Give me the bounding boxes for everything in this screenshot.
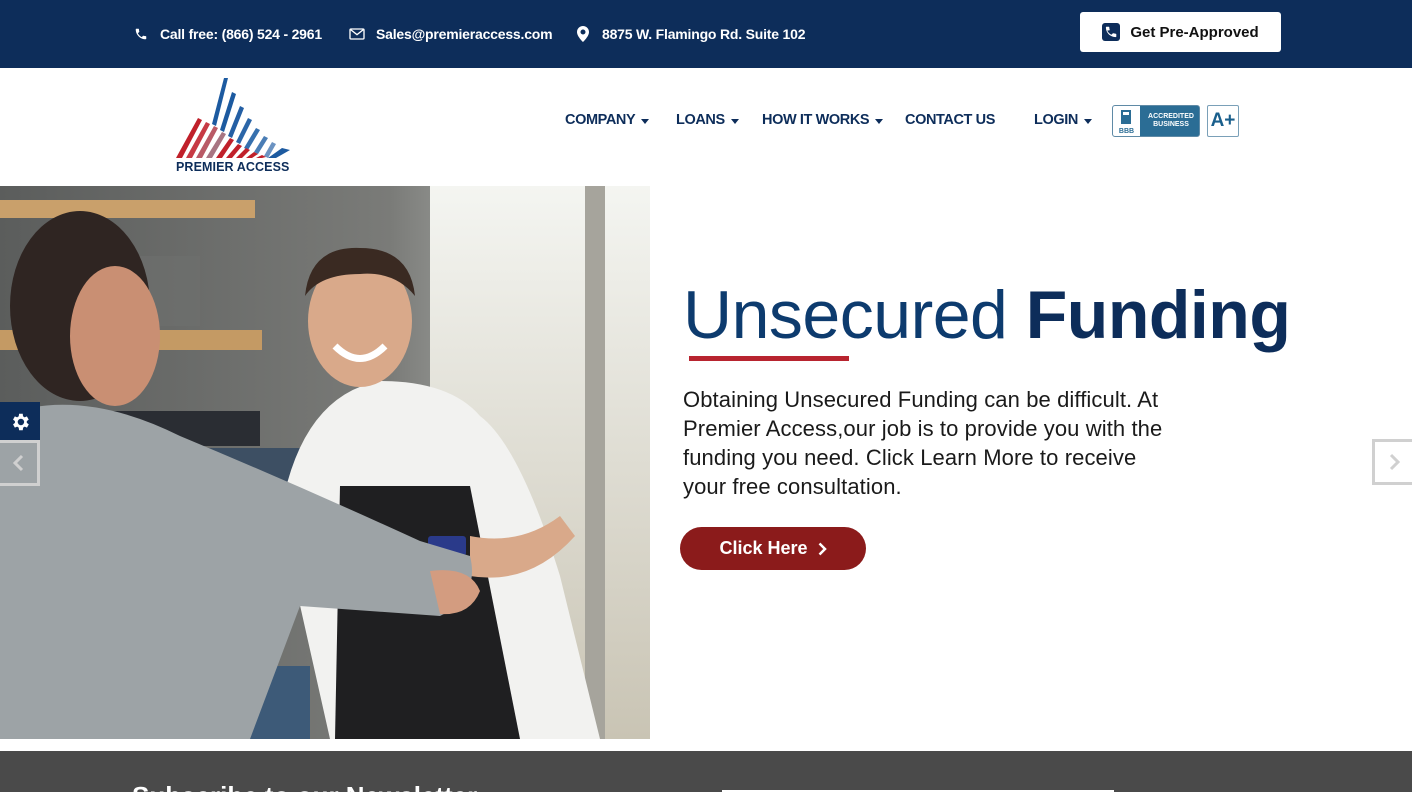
chevron-right-icon (818, 542, 827, 555)
call-label: Call free: (160, 26, 218, 42)
phone-square-icon (1102, 23, 1121, 41)
click-here-button[interactable]: Click Here (680, 527, 866, 570)
bbb-small-text: BBB (1119, 128, 1134, 135)
nav-login-label: LOGIN (1034, 112, 1078, 128)
slider-prev-button[interactable] (0, 440, 40, 486)
site-header: PREMIER ACCESS COMPANY LOANS HOW IT WORK… (0, 68, 1412, 186)
mail-icon (349, 26, 365, 42)
email-link[interactable]: Sales@premieraccess.com (376, 26, 553, 42)
newsletter-heading: Subscribe to our Newsletter (132, 781, 477, 792)
nav-company-label: COMPANY (565, 112, 636, 128)
newsletter-band: Subscribe to our Newsletter (0, 751, 1412, 792)
caret-down-icon (875, 118, 884, 124)
hero-title-light: Unsecured (683, 277, 1008, 353)
hero-description: Obtaining Unsecured Funding can be diffi… (683, 387, 1163, 499)
premier-access-logo[interactable]: PREMIER ACCESS (172, 78, 296, 178)
nav-loans[interactable]: LOANS (676, 112, 739, 128)
caret-down-icon (641, 118, 650, 124)
bbb-text: ACCREDITED BUSINESS (1148, 113, 1194, 128)
logo-text: PREMIER ACCESS (176, 160, 290, 174)
pre-approved-label: Get Pre-Approved (1130, 23, 1259, 41)
nav-how-it-works[interactable]: HOW IT WORKS (762, 112, 884, 128)
nav-company[interactable]: COMPANY (565, 112, 650, 128)
hero-title-bold: Funding (1025, 277, 1291, 353)
phone-info[interactable]: Call free: (866) 524 - 2961 (133, 26, 322, 42)
caret-down-icon (1083, 118, 1092, 124)
title-underline (689, 356, 849, 361)
address-info: 8875 W. Flamingo Rd. Suite 102 (575, 26, 805, 42)
slider-next-button[interactable] (1372, 439, 1412, 485)
chevron-right-icon (1389, 453, 1400, 471)
cta-label: Click Here (719, 538, 808, 558)
phone-number[interactable]: (866) 524 - 2961 (222, 26, 323, 42)
top-bar: Call free: (866) 524 - 2961 Sales@premie… (0, 0, 1412, 68)
map-pin-icon (575, 26, 591, 42)
settings-gear-button[interactable] (0, 402, 40, 442)
nav-contact-us[interactable]: CONTACT US (905, 112, 995, 128)
bbb-rating: A+ (1207, 105, 1239, 137)
nav-loans-label: LOANS (676, 112, 725, 128)
address-text: 8875 W. Flamingo Rd. Suite 102 (602, 26, 806, 42)
get-pre-approved-button[interactable]: Get Pre-Approved (1080, 12, 1281, 52)
caret-down-icon (730, 118, 739, 124)
nav-login[interactable]: LOGIN (1034, 112, 1092, 128)
chevron-left-icon (12, 454, 23, 472)
bbb-accredited-badge[interactable]: BBB ACCREDITED BUSINESS (1112, 105, 1200, 137)
phone-icon (133, 26, 149, 42)
bbb-torch-icon: BBB (1113, 106, 1140, 136)
email-info[interactable]: Sales@premieraccess.com (349, 26, 553, 42)
hero-title: Unsecured Funding (683, 276, 1291, 354)
gear-icon (13, 413, 29, 431)
nav-how-it-works-label: HOW IT WORKS (762, 112, 870, 128)
hero-image (0, 186, 650, 739)
nav-contact-us-label: CONTACT US (905, 112, 995, 128)
logo-mark (176, 78, 290, 158)
